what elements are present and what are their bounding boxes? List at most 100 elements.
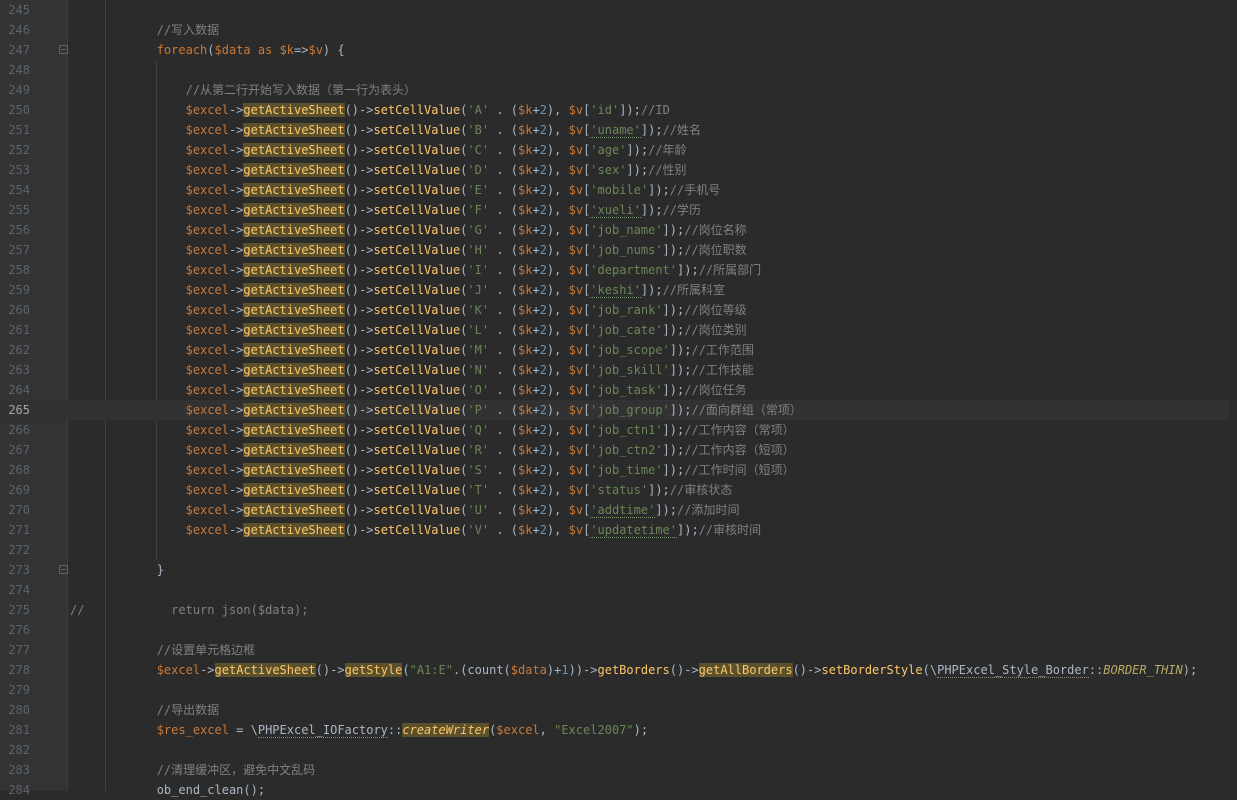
line-number[interactable]: 277 [0,640,30,660]
code-line-text[interactable]: //导出数据 [70,700,219,720]
code-line: 263 $excel->getActiveSheet()->setCellVal… [0,360,1237,380]
code-line-text[interactable]: $excel->getActiveSheet()->setCellValue('… [70,100,670,120]
line-number[interactable]: 276 [0,620,30,640]
line-number[interactable]: 265 [0,400,30,420]
line-number[interactable]: 258 [0,260,30,280]
code-line: 252 $excel->getActiveSheet()->setCellVal… [0,140,1237,160]
code-line-text[interactable]: $excel->getActiveSheet()->setCellValue('… [70,200,701,220]
line-number[interactable]: 252 [0,140,30,160]
line-number[interactable]: 280 [0,700,30,720]
code-line-text[interactable]: $excel->getActiveSheet()->setCellValue('… [70,320,747,340]
code-line-text[interactable]: $excel->getActiveSheet()->setCellValue('… [70,300,747,320]
code-line: 276 [0,620,1237,640]
line-number[interactable]: 266 [0,420,30,440]
code-line: 271 $excel->getActiveSheet()->setCellVal… [0,520,1237,540]
code-line: 250 $excel->getActiveSheet()->setCellVal… [0,100,1237,120]
code-line-text[interactable]: } [70,560,164,580]
code-line: 251 $excel->getActiveSheet()->setCellVal… [0,120,1237,140]
line-number[interactable]: 273 [0,560,30,580]
code-line-text[interactable]: $excel->getActiveSheet()->setCellValue('… [70,340,754,360]
line-number[interactable]: 256 [0,220,30,240]
code-line: 266 $excel->getActiveSheet()->setCellVal… [0,420,1237,440]
line-number[interactable]: 257 [0,240,30,260]
line-number[interactable]: 264 [0,380,30,400]
code-line-text[interactable]: $excel->getActiveSheet()->getStyle("A1:E… [70,660,1197,680]
code-line-text[interactable]: $excel->getActiveSheet()->setCellValue('… [70,520,761,540]
line-number[interactable]: 270 [0,500,30,520]
line-number[interactable]: 247 [0,40,30,60]
code-line-text[interactable]: foreach($data as $k=>$v) { [70,40,345,60]
code-line: 245 [0,0,1237,20]
line-number[interactable]: 268 [0,460,30,480]
code-line-text[interactable]: $excel->getActiveSheet()->setCellValue('… [70,120,701,140]
code-line: 249 //从第二行开始写入数据（第一行为表头） [0,80,1237,100]
line-number[interactable]: 261 [0,320,30,340]
code-line-text[interactable]: $excel->getActiveSheet()->setCellValue('… [70,280,725,300]
code-line: 258 $excel->getActiveSheet()->setCellVal… [0,260,1237,280]
line-number[interactable]: 281 [0,720,30,740]
code-line: 268 $excel->getActiveSheet()->setCellVal… [0,460,1237,480]
code-line-text[interactable]: //从第二行开始写入数据（第一行为表头） [70,80,416,100]
fold-marker-icon[interactable] [59,565,68,574]
code-line: 248 [0,60,1237,80]
line-number[interactable]: 254 [0,180,30,200]
line-number[interactable]: 279 [0,680,30,700]
line-number[interactable]: 284 [0,780,30,800]
line-number[interactable]: 262 [0,340,30,360]
code-line: 278 $excel->getActiveSheet()->getStyle("… [0,660,1237,680]
code-line-text[interactable]: //写入数据 [70,20,219,40]
code-line: 272 [0,540,1237,560]
line-number[interactable]: 269 [0,480,30,500]
code-line-text[interactable]: $excel->getActiveSheet()->setCellValue('… [70,380,747,400]
code-line-text[interactable]: $excel->getActiveSheet()->setCellValue('… [70,400,802,420]
code-line: 281 $res_excel = \PHPExcel_IOFactory::cr… [0,720,1237,740]
line-number[interactable]: 250 [0,100,30,120]
code-line-text[interactable]: ob_end_clean(); [70,780,265,800]
code-line: 283 //清理缓冲区，避免中文乱码 [0,760,1237,780]
code-line: 274 [0,580,1237,600]
code-line: 256 $excel->getActiveSheet()->setCellVal… [0,220,1237,240]
line-number[interactable]: 259 [0,280,30,300]
fold-marker-icon[interactable] [59,45,68,54]
line-number[interactable]: 267 [0,440,30,460]
code-line: 246 //写入数据 [0,20,1237,40]
code-line-text[interactable]: // return json($data); [70,600,308,620]
code-line-text[interactable]: $excel->getActiveSheet()->setCellValue('… [70,140,687,160]
line-number[interactable]: 274 [0,580,30,600]
code-line-text[interactable]: $excel->getActiveSheet()->setCellValue('… [70,180,720,200]
code-line-text[interactable]: $excel->getActiveSheet()->setCellValue('… [70,160,687,180]
code-line-text[interactable]: $excel->getActiveSheet()->setCellValue('… [70,240,747,260]
code-line: 255 $excel->getActiveSheet()->setCellVal… [0,200,1237,220]
code-line-text[interactable]: $excel->getActiveSheet()->setCellValue('… [70,460,795,480]
line-number[interactable]: 282 [0,740,30,760]
line-number[interactable]: 263 [0,360,30,380]
code-line: 262 $excel->getActiveSheet()->setCellVal… [0,340,1237,360]
code-line-text[interactable]: $excel->getActiveSheet()->setCellValue('… [70,260,761,280]
line-number[interactable]: 245 [0,0,30,20]
code-line-text[interactable]: $excel->getActiveSheet()->setCellValue('… [70,360,754,380]
code-line-text[interactable]: $excel->getActiveSheet()->setCellValue('… [70,500,739,520]
code-line-text[interactable]: $res_excel = \PHPExcel_IOFactory::create… [70,720,648,740]
line-number[interactable]: 275 [0,600,30,620]
code-line: 269 $excel->getActiveSheet()->setCellVal… [0,480,1237,500]
code-line: 260 $excel->getActiveSheet()->setCellVal… [0,300,1237,320]
code-line-text[interactable]: $excel->getActiveSheet()->setCellValue('… [70,440,795,460]
code-line-text[interactable]: //清理缓冲区，避免中文乱码 [70,760,315,780]
line-number[interactable]: 251 [0,120,30,140]
line-number[interactable]: 272 [0,540,30,560]
code-line-text[interactable]: //设置单元格边框 [70,640,255,660]
line-number[interactable]: 249 [0,80,30,100]
line-number[interactable]: 248 [0,60,30,80]
line-number[interactable]: 278 [0,660,30,680]
line-number[interactable]: 260 [0,300,30,320]
code-line-text[interactable]: $excel->getActiveSheet()->setCellValue('… [70,420,795,440]
code-line: 253 $excel->getActiveSheet()->setCellVal… [0,160,1237,180]
line-number[interactable]: 271 [0,520,30,540]
line-number[interactable]: 253 [0,160,30,180]
code-line-text[interactable]: $excel->getActiveSheet()->setCellValue('… [70,220,747,240]
line-number[interactable]: 283 [0,760,30,780]
code-line: 280 //导出数据 [0,700,1237,720]
line-number[interactable]: 255 [0,200,30,220]
line-number[interactable]: 246 [0,20,30,40]
code-line-text[interactable]: $excel->getActiveSheet()->setCellValue('… [70,480,732,500]
